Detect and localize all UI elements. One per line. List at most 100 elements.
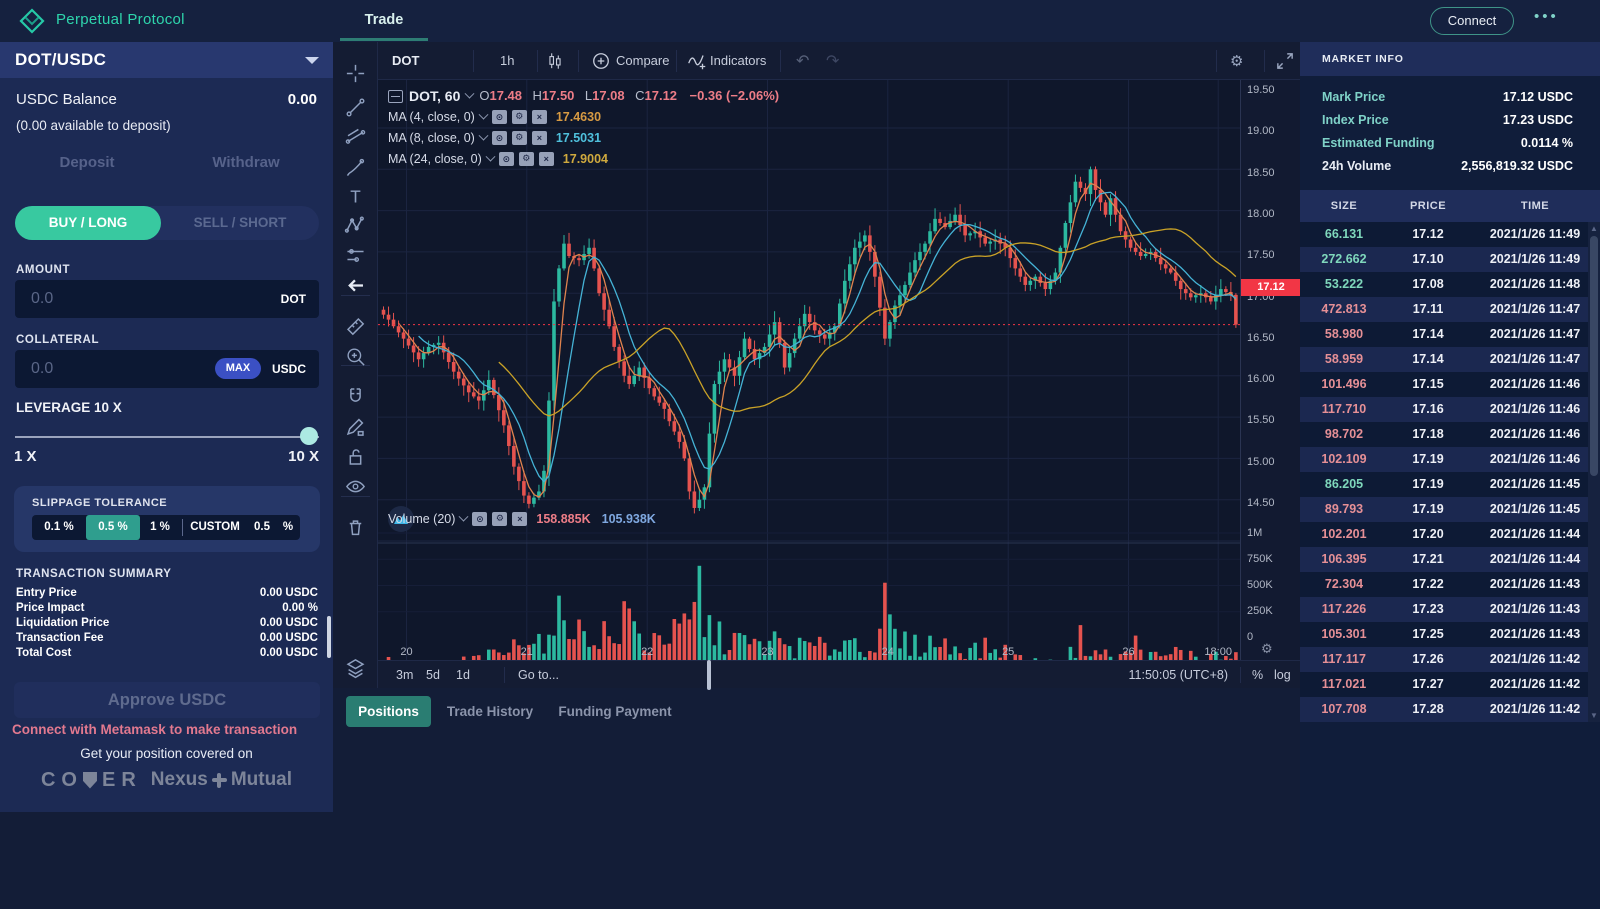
trade-row[interactable]: 117.02117.272021/1/26 11:42 <box>1300 672 1588 697</box>
slippage-option[interactable]: 1 % <box>140 515 180 540</box>
chart-symbol[interactable]: DOT <box>392 42 419 80</box>
close-icon[interactable]: × <box>539 152 554 166</box>
range-button[interactable]: 1d <box>456 661 470 689</box>
scrollbar-thumb[interactable] <box>1590 236 1598 476</box>
trade-row[interactable]: 58.95917.142021/1/26 11:47 <box>1300 347 1588 372</box>
cover-logo[interactable]: COER <box>41 769 137 792</box>
trendline-icon[interactable] <box>344 96 367 119</box>
withdraw-button[interactable]: Withdraw <box>171 154 321 171</box>
layers-icon[interactable] <box>344 657 367 680</box>
trade-row[interactable]: 102.20117.202021/1/26 11:44 <box>1300 522 1588 547</box>
slippage-custom-value[interactable]: 0.5 <box>245 515 279 540</box>
percent-scale-button[interactable]: % <box>1252 661 1263 689</box>
interval-button[interactable]: 1h <box>500 42 514 80</box>
nexus-mutual-logo[interactable]: Nexus Mutual <box>151 769 292 791</box>
trade-row[interactable]: 106.39517.212021/1/26 11:44 <box>1300 547 1588 572</box>
scroll-up-icon[interactable]: ▲ <box>1590 224 1598 233</box>
trades-scrollbar[interactable]: ▲ ▼ <box>1588 222 1600 722</box>
range-button[interactable]: 3m <box>396 661 413 689</box>
clock-label[interactable]: 11:50:05 (UTC+8) <box>1078 661 1228 689</box>
price-axis[interactable]: 19.5019.0018.5018.0017.5017.0016.5016.00… <box>1240 80 1300 660</box>
trade-row[interactable]: 98.70217.182021/1/26 11:46 <box>1300 422 1588 447</box>
eye-icon[interactable]: ⊙ <box>492 131 507 145</box>
tab-positions[interactable]: Positions <box>346 696 431 727</box>
eye-icon[interactable]: ⊙ <box>499 152 514 166</box>
undo-icon[interactable]: ↶ <box>796 42 809 80</box>
trade-row[interactable]: 53.22217.082021/1/26 11:48 <box>1300 272 1588 297</box>
trade-row[interactable]: 105.30117.252021/1/26 11:43 <box>1300 622 1588 647</box>
trade-row[interactable]: 117.11717.262021/1/26 11:42 <box>1300 647 1588 672</box>
gear-icon[interactable]: ⚙ <box>519 152 534 166</box>
scroll-down-icon[interactable]: ▼ <box>1590 711 1598 720</box>
sidebar-scrollbar-thumb[interactable] <box>327 616 331 658</box>
tab-trade[interactable]: Trade <box>340 0 428 42</box>
close-icon[interactable]: × <box>512 512 527 526</box>
log-scale-button[interactable]: log <box>1274 661 1291 689</box>
tab-trade-history[interactable]: Trade History <box>443 696 537 727</box>
close-icon[interactable]: × <box>532 110 547 124</box>
trade-row[interactable]: 107.70817.282021/1/26 11:42 <box>1300 697 1588 722</box>
approve-usdc-button[interactable]: Approve USDC <box>14 682 320 718</box>
trade-row[interactable]: 66.13117.122021/1/26 11:49 <box>1300 222 1588 247</box>
slippage-option[interactable]: 0.5 % <box>86 515 140 540</box>
legend-source-icon[interactable] <box>388 90 403 103</box>
compare-button[interactable]: Compare <box>616 42 669 80</box>
leverage-slider[interactable] <box>15 436 319 438</box>
brush-icon[interactable] <box>344 156 367 179</box>
trade-row[interactable]: 472.81317.112021/1/26 11:47 <box>1300 297 1588 322</box>
indicators-icon[interactable] <box>686 50 708 72</box>
trade-row[interactable]: 102.10917.192021/1/26 11:46 <box>1300 447 1588 472</box>
trade-row[interactable]: 117.22617.232021/1/26 11:43 <box>1300 597 1588 622</box>
fullscreen-icon[interactable] <box>1274 50 1296 72</box>
slippage-custom-button[interactable]: CUSTOM <box>185 515 245 540</box>
trade-row[interactable]: 272.66217.102021/1/26 11:49 <box>1300 247 1588 272</box>
fib-icon[interactable] <box>344 126 367 149</box>
max-button[interactable]: MAX <box>215 358 261 379</box>
more-menu-button[interactable]: ••• <box>1534 8 1559 25</box>
eye-icon[interactable]: ⊙ <box>472 512 487 526</box>
chevron-down-icon[interactable] <box>485 151 495 161</box>
xabcd-icon[interactable] <box>344 214 367 237</box>
eye-icon[interactable] <box>344 475 367 498</box>
crosshair-icon[interactable] <box>344 62 367 85</box>
draw-lock-icon[interactable] <box>344 415 367 438</box>
trade-row[interactable]: 89.79317.192021/1/26 11:45 <box>1300 497 1588 522</box>
chevron-down-icon[interactable] <box>478 130 488 140</box>
indicators-button[interactable]: Indicators <box>710 42 766 80</box>
trash-icon[interactable] <box>344 516 367 539</box>
lock-icon[interactable] <box>344 445 367 468</box>
chart-scrollbar-thumb[interactable] <box>707 660 711 690</box>
trade-row[interactable]: 72.30417.222021/1/26 11:43 <box>1300 572 1588 597</box>
redo-icon[interactable]: ↷ <box>826 42 839 80</box>
compare-plus-icon[interactable] <box>590 50 612 72</box>
sell-short-button[interactable]: SELL / SHORT <box>161 206 319 240</box>
chevron-down-icon[interactable] <box>478 109 488 119</box>
leverage-slider-thumb[interactable] <box>300 427 318 445</box>
trade-row[interactable]: 58.98017.142021/1/26 11:47 <box>1300 322 1588 347</box>
eye-icon[interactable]: ⊙ <box>492 110 507 124</box>
gear-icon[interactable]: ⚙ <box>512 131 527 145</box>
axis-gear-icon[interactable]: ⚙ <box>1261 642 1273 657</box>
close-icon[interactable]: × <box>532 131 547 145</box>
collateral-input[interactable] <box>29 350 199 388</box>
gear-icon[interactable]: ⚙ <box>512 110 527 124</box>
trade-row[interactable]: 117.71017.162021/1/26 11:46 <box>1300 397 1588 422</box>
tab-funding-payment[interactable]: Funding Payment <box>555 696 675 727</box>
zoom-in-icon[interactable] <box>344 345 367 368</box>
gear-icon[interactable]: ⚙ <box>492 512 507 526</box>
chart-settings-gear-icon[interactable]: ⚙ <box>1230 42 1243 80</box>
metamask-note[interactable]: Connect with Metamask to make transactio… <box>12 722 297 737</box>
chevron-down-icon[interactable] <box>465 88 475 98</box>
magnet-icon[interactable] <box>344 385 367 408</box>
arrow-left-icon[interactable] <box>344 274 367 297</box>
trade-row[interactable]: 86.20517.192021/1/26 11:45 <box>1300 472 1588 497</box>
buy-long-button[interactable]: BUY / LONG <box>15 206 161 240</box>
goto-button[interactable]: Go to... <box>518 661 559 689</box>
amount-input[interactable] <box>29 280 199 318</box>
range-button[interactable]: 5d <box>426 661 440 689</box>
pair-selector[interactable]: DOT/USDC <box>0 42 333 78</box>
forecast-icon[interactable] <box>344 244 367 267</box>
connect-wallet-button[interactable]: Connect <box>1430 7 1514 35</box>
slippage-option[interactable]: 0.1 % <box>32 515 86 540</box>
ruler-icon[interactable] <box>344 315 367 338</box>
